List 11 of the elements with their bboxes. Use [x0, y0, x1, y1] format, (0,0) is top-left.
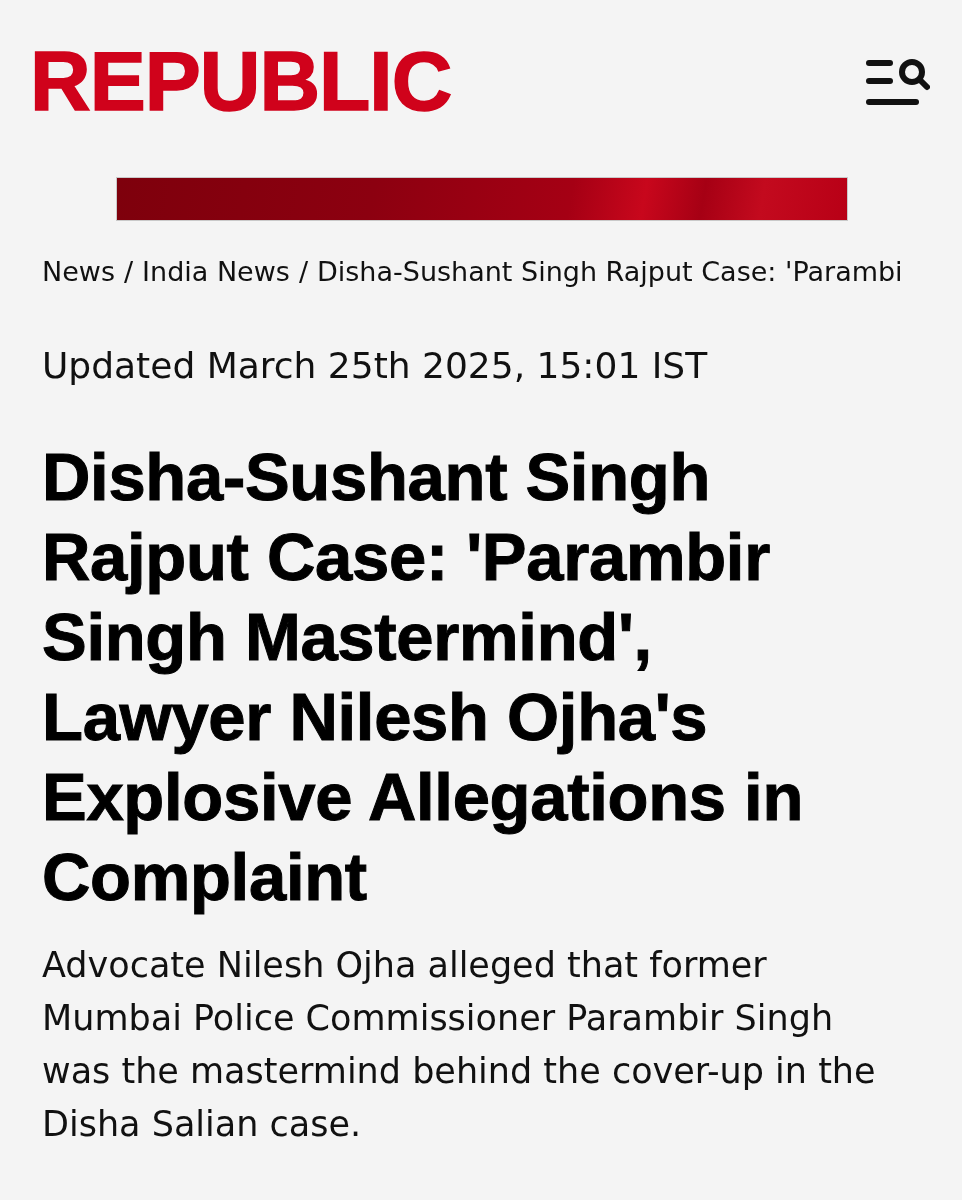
breadcrumb-separator: /: [123, 255, 134, 289]
breadcrumb-link[interactable]: News: [42, 254, 115, 290]
breadcrumb-current: Disha-Sushant Singh Rajput Case: 'Parambi: [317, 255, 903, 289]
breadcrumb-link[interactable]: India News: [142, 254, 290, 290]
menu-search-icon[interactable]: [866, 56, 930, 106]
updated-timestamp: Updated March 25th 2025, 15:01 IST: [42, 344, 708, 388]
site-logo[interactable]: REPUBLIC: [30, 39, 452, 123]
ad-banner[interactable]: [116, 177, 848, 221]
article-headline: Disha-Sushant Singh Rajput Case: 'Parambir Singh Mastermind', Lawyer Nilesh Ojha's Explosive Allegations in Complaint: [42, 438, 804, 916]
breadcrumb-separator: /: [298, 255, 308, 289]
article-summary: Advocate Nilesh Ojha alleged that former Mumbai Police Commissioner Parambir Singh was the mastermind behind the cover-up in the Disha Salian case.: [42, 944, 877, 1146]
